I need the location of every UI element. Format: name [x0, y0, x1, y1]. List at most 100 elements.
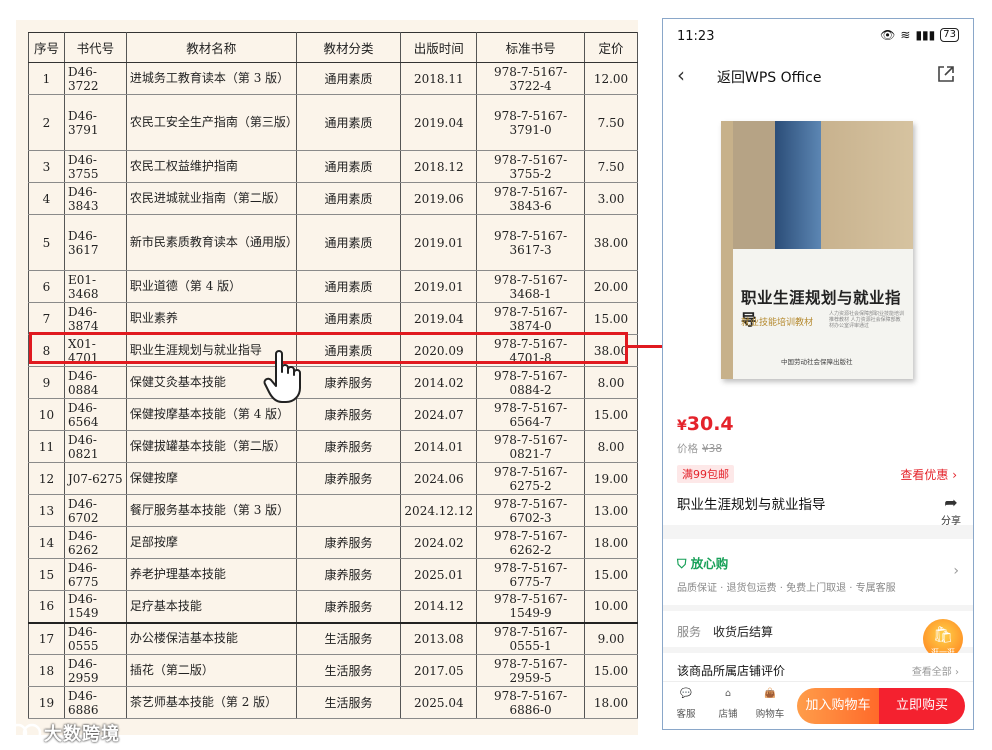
table-row: 10 D46-6564 保健按摩基本技能（第 4 版） 康养服务 2024.07 978-… [28, 398, 638, 431]
cell-pub-date: 2024.06 [400, 462, 478, 495]
table-row: 7 D46-3874 职业素养 通用素质 2019.04 978-7-5167-3874-… [28, 302, 638, 335]
cell-price: 12.00 [584, 62, 638, 95]
cell-pub-date: 2024.12.12 [400, 494, 478, 527]
table-row: 5 D46-3617 新市民素质教育读本（通用版） 通用素质 2019.01 978-7-… [28, 214, 638, 271]
cell-isbn: 978-7-5167-3874-0 [476, 302, 585, 335]
tab-shop[interactable]: ⌂ 店铺 [711, 688, 745, 720]
share-button[interactable]: ➦ 分享 [941, 493, 961, 527]
cell-book-code: D46-6775 [63, 558, 127, 591]
cell-isbn: 978-7-5167-0884-2 [476, 366, 585, 399]
cell-book-code: D46-6886 [63, 686, 127, 719]
cell-title: 办公楼保洁基本技能 [125, 621, 297, 655]
cell-isbn: 978-7-5167-6262-2 [476, 526, 585, 559]
battery-icon: 73 [940, 28, 959, 42]
cell-pub-date: 2025.01 [400, 558, 478, 591]
cell-price: 10.00 [584, 590, 638, 623]
table-row: 17 D46-0555 办公楼保洁基本技能 生活服务 2013.08 978-7-5167… [28, 621, 638, 655]
cell-title: 农民工权益维护指南 [125, 150, 297, 183]
current-price: ¥30.4 [677, 413, 734, 435]
cell-isbn: 978-7-5167-6886-0 [476, 686, 585, 719]
cell-pub-date: 2013.08 [400, 621, 478, 655]
cell-title: 足部按摩 [125, 526, 297, 559]
bag-icon: 👜 [764, 688, 776, 699]
external-share-icon[interactable] [937, 65, 955, 83]
cell-title: 足疗基本技能 [125, 590, 297, 623]
table-row: 4 D46-3843 农民进城就业指南（第二版） 通用素质 2019.06 978-7-5… [28, 182, 638, 215]
catalog-document: 序号 书代号 教材名称 教材分类 出版时间 标准书号 定价 1 D46-3722 进城务工教育读… [16, 20, 638, 735]
cell-book-code: D46-0884 [63, 366, 127, 399]
highlight-box [29, 332, 628, 364]
cell-index: 2 [28, 94, 65, 151]
cell-index: 19 [28, 686, 65, 719]
product-image-area[interactable]: 职业生涯规划与就业指导 就业技能培训教材 人力资源社会保障部职业技能培训推荐教材… [663, 99, 973, 399]
table-row: 16 D46-1549 足疗基本技能 康养服务 2014.12 978-7-5167-15… [28, 590, 638, 623]
tab-cart[interactable]: 👜 购物车 [753, 688, 787, 720]
phone-screen: 11:23 👁 ≋ ▮▮▮ 73 ‹ 返回WPS Office 职业生涯规划与就… [662, 18, 974, 730]
tab-customer-service[interactable]: 💬 客服 [669, 688, 703, 720]
cell-pub-date: 2024.02 [400, 526, 478, 559]
cell-category: 生活服务 [295, 686, 402, 719]
cell-index: 10 [28, 398, 65, 431]
cell-price: 18.00 [584, 526, 638, 559]
view-all-text: 查看全部 [911, 667, 952, 678]
cell-isbn: 978-7-5167-3755-2 [476, 150, 585, 183]
book-cover-image[interactable]: 职业生涯规划与就业指导 就业技能培训教材 人力资源社会保障部职业技能培训推荐教材… [721, 121, 913, 379]
price-section: ¥30.4 价格 ¥38 满99包邮 查看优惠 › 职业生涯规划与就业指导 ➦ 分… [663, 399, 973, 527]
cell-isbn: 978-7-5167-6702-3 [476, 494, 585, 527]
table-row: 2 D46-3791 农民工安全生产指南（第三版） 通用素质 2019.04 978-7-… [28, 94, 638, 151]
tab-shop-label: 店铺 [718, 709, 738, 720]
back-to-app-link[interactable]: 返回WPS Office [717, 67, 822, 87]
cell-category [295, 494, 402, 527]
assurance-title-text: 放心购 [690, 556, 729, 571]
column-header: 教材分类 [295, 32, 402, 63]
cell-book-code: D46-6702 [63, 494, 127, 527]
cover-publisher: 中国劳动社会保障出版社 [781, 358, 853, 366]
cell-price: 3.00 [584, 182, 638, 215]
cell-pub-date: 2019.01 [400, 270, 478, 303]
cell-index: 3 [28, 150, 65, 183]
store-review-row[interactable]: 该商品所属店铺评价 查看全部 › [663, 653, 973, 681]
table-header-row: 序号 书代号 教材名称 教材分类 出版时间 标准书号 定价 [28, 32, 638, 63]
cell-index: 16 [28, 590, 65, 623]
column-header: 教材名称 [125, 32, 297, 63]
add-to-cart-button[interactable]: 加入购物车 [797, 688, 879, 724]
column-header: 书代号 [63, 32, 127, 63]
price-value: 30.4 [686, 413, 734, 435]
table-row: 1 D46-3722 进城务工教育读本（第 3 版） 通用素质 2018.11 978-7… [28, 62, 638, 95]
cell-book-code: D46-6262 [63, 526, 127, 559]
cell-category: 生活服务 [295, 654, 402, 687]
cell-category: 通用素质 [295, 214, 402, 271]
cell-category: 康养服务 [295, 462, 402, 495]
tab-kefu-label: 客服 [676, 709, 696, 720]
cell-book-code: D46-3791 [63, 94, 127, 151]
cell-pub-date: 2018.12 [400, 150, 478, 183]
buy-now-button[interactable]: 立即购买 [879, 688, 965, 724]
cell-book-code: D46-0821 [63, 430, 127, 463]
table-row: 3 D46-3755 农民工权益维护指南 通用素质 2018.12 978-7-5167-… [28, 150, 638, 183]
free-shipping-badge: 满99包邮 [677, 465, 734, 483]
column-header: 标准书号 [476, 32, 585, 63]
cell-pub-date: 2019.06 [400, 182, 478, 215]
table-row: 12 J07-6275 保健按摩 康养服务 2024.06 978-7-5167-6275… [28, 462, 638, 495]
cell-isbn: 978-7-5167-6564-7 [476, 398, 585, 431]
cell-index: 12 [28, 462, 65, 495]
cell-title: 插花（第二版） [125, 654, 297, 687]
cell-book-code: D46-3755 [63, 150, 127, 183]
shop-icon: ⌂ [724, 688, 732, 699]
view-all-link[interactable]: 查看全部 › [912, 663, 959, 678]
assurance-row[interactable]: ⛉ 放心购 品质保证 · 退货包运费 · 免费上门取退 · 专属客服 › [663, 539, 973, 605]
cell-title: 农民工安全生产指南（第三版） [125, 94, 298, 151]
back-chevron-icon[interactable]: ‹ [677, 63, 685, 87]
orig-price-label: 价格 [677, 443, 698, 455]
cell-category: 康养服务 [295, 430, 402, 463]
cell-price: 15.00 [584, 558, 638, 591]
cell-title: 茶艺师基本技能（第 2 版） [125, 686, 297, 719]
cell-isbn: 978-7-5167-6275-2 [476, 462, 585, 495]
cell-category: 康养服务 [295, 398, 402, 431]
view-coupon-link[interactable]: 查看优惠 › [900, 466, 957, 483]
cell-isbn: 978-7-5167-6775-7 [476, 558, 585, 591]
share-label: 分享 [941, 516, 961, 527]
cover-subtitle: 就业技能培训教材 [741, 318, 814, 328]
cell-category: 通用素质 [295, 94, 402, 151]
cell-title: 餐厅服务基本技能（第 3 版） [125, 494, 297, 527]
